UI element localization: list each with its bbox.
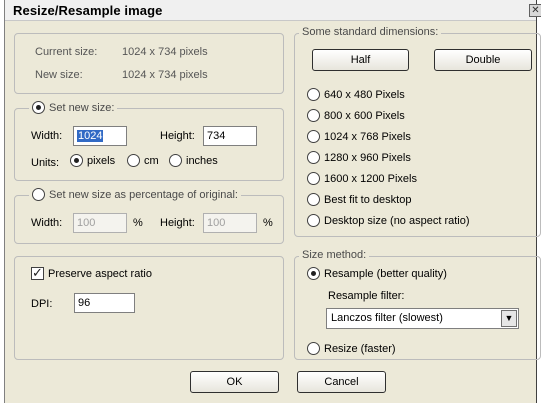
unit-pixels-label: pixels bbox=[87, 154, 116, 167]
current-size-value: 1024 x 734 pixels bbox=[122, 46, 208, 58]
radio-1280[interactable] bbox=[307, 151, 320, 164]
resample-filter-label: Resample filter: bbox=[328, 290, 405, 302]
resize-label: Resize (faster) bbox=[324, 342, 396, 355]
pct-width-input[interactable]: 100 bbox=[73, 213, 127, 233]
aspect-dpi-group: ✓ Preserve aspect ratio DPI: 96 bbox=[14, 256, 284, 360]
percentage-label: Set new size as percentage of original: bbox=[49, 188, 238, 201]
dim-option-800[interactable]: 800 x 600 Pixels bbox=[307, 109, 405, 122]
resample-filter-value: Lanczos filter (slowest) bbox=[331, 312, 443, 324]
resize-option[interactable]: Resize (faster) bbox=[307, 342, 396, 355]
radio-resize[interactable] bbox=[307, 342, 320, 355]
dim-option-640[interactable]: 640 x 480 Pixels bbox=[307, 88, 405, 101]
resize-dialog: Resize/Resample image ✕ Current size: 10… bbox=[4, 0, 541, 403]
unit-cm-label: cm bbox=[144, 154, 159, 167]
size-method-group: Size method: Resample (better quality) R… bbox=[294, 249, 541, 360]
dialog-title: Resize/Resample image bbox=[13, 3, 163, 18]
title-bar: Resize/Resample image ✕ bbox=[5, 0, 541, 21]
dim-label-best-fit: Best fit to desktop bbox=[324, 193, 412, 206]
percentage-radio-option[interactable]: Set new size as percentage of original: bbox=[29, 188, 241, 201]
size-method-legend: Size method: bbox=[299, 249, 370, 261]
radio-640[interactable] bbox=[307, 88, 320, 101]
half-button[interactable]: Half bbox=[312, 49, 409, 71]
radio-resample[interactable] bbox=[307, 267, 320, 280]
cancel-button[interactable]: Cancel bbox=[297, 371, 386, 393]
size-info-box: Current size: 1024 x 734 pixels New size… bbox=[14, 33, 284, 94]
unit-cm-option[interactable]: cm bbox=[127, 154, 159, 167]
pct-height-unit: % bbox=[263, 217, 273, 229]
radio-cm[interactable] bbox=[127, 154, 140, 167]
dim-label-800: 800 x 600 Pixels bbox=[324, 109, 405, 122]
resample-filter-select[interactable]: Lanczos filter (slowest) ▼ bbox=[326, 308, 519, 329]
radio-percentage[interactable] bbox=[32, 188, 45, 201]
new-size-label: New size: bbox=[35, 69, 83, 81]
units-label: Units: bbox=[31, 157, 60, 169]
ok-button[interactable]: OK bbox=[190, 371, 279, 393]
width-label: Width: bbox=[31, 130, 63, 142]
unit-inches-option[interactable]: inches bbox=[169, 154, 218, 167]
height-label: Height: bbox=[160, 130, 195, 142]
preserve-aspect-label: Preserve aspect ratio bbox=[48, 267, 152, 280]
pct-height-label: Height: bbox=[160, 217, 195, 229]
width-value: 1024 bbox=[77, 130, 104, 142]
height-input[interactable]: 734 bbox=[203, 126, 257, 146]
width-input[interactable]: 1024 bbox=[73, 126, 127, 146]
preserve-aspect-option[interactable]: ✓ Preserve aspect ratio bbox=[31, 265, 152, 280]
dim-label-1280: 1280 x 960 Pixels bbox=[324, 151, 411, 164]
set-new-size-label: Set new size: bbox=[49, 101, 115, 114]
new-size-value: 1024 x 734 pixels bbox=[122, 69, 208, 81]
pct-width-label: Width: bbox=[31, 217, 63, 229]
resample-option[interactable]: Resample (better quality) bbox=[307, 267, 447, 280]
set-new-size-radio[interactable]: Set new size: bbox=[29, 101, 118, 114]
radio-desktop[interactable] bbox=[307, 214, 320, 227]
chevron-down-icon[interactable]: ▼ bbox=[501, 310, 517, 327]
pct-height-input[interactable]: 100 bbox=[203, 213, 257, 233]
dpi-label: DPI: bbox=[31, 298, 53, 310]
standard-dimensions-group: Some standard dimensions: Half Double 64… bbox=[294, 26, 541, 237]
dim-option-1600[interactable]: 1600 x 1200 Pixels bbox=[307, 172, 417, 185]
dim-option-1024[interactable]: 1024 x 768 Pixels bbox=[307, 130, 411, 143]
dim-label-1600: 1600 x 1200 Pixels bbox=[324, 172, 417, 185]
dpi-input[interactable]: 96 bbox=[74, 293, 135, 313]
radio-1600[interactable] bbox=[307, 172, 320, 185]
resample-label: Resample (better quality) bbox=[324, 267, 447, 280]
set-new-size-group: Set new size: Width: 1024 Height: 734 Un… bbox=[14, 101, 284, 181]
pct-width-unit: % bbox=[133, 217, 143, 229]
percentage-group: Set new size as percentage of original: … bbox=[14, 188, 284, 244]
radio-set-new-size[interactable] bbox=[32, 101, 45, 114]
radio-800[interactable] bbox=[307, 109, 320, 122]
unit-inches-label: inches bbox=[186, 154, 218, 167]
dim-option-desktop[interactable]: Desktop size (no aspect ratio) bbox=[307, 214, 470, 227]
radio-1024[interactable] bbox=[307, 130, 320, 143]
preserve-aspect-checkbox[interactable]: ✓ bbox=[31, 265, 44, 280]
dim-label-desktop: Desktop size (no aspect ratio) bbox=[324, 214, 470, 227]
current-size-label: Current size: bbox=[35, 46, 98, 58]
double-button[interactable]: Double bbox=[434, 49, 532, 71]
dim-option-best-fit[interactable]: Best fit to desktop bbox=[307, 193, 411, 206]
unit-pixels-option[interactable]: pixels bbox=[70, 154, 115, 167]
radio-inches[interactable] bbox=[169, 154, 182, 167]
radio-best-fit[interactable] bbox=[307, 193, 320, 206]
standard-dimensions-legend: Some standard dimensions: bbox=[299, 26, 442, 38]
dim-option-1280[interactable]: 1280 x 960 Pixels bbox=[307, 151, 411, 164]
check-icon: ✓ bbox=[32, 265, 43, 280]
dim-label-1024: 1024 x 768 Pixels bbox=[324, 130, 411, 143]
dim-label-640: 640 x 480 Pixels bbox=[324, 88, 405, 101]
close-icon[interactable]: ✕ bbox=[529, 4, 541, 17]
radio-pixels[interactable] bbox=[70, 154, 83, 167]
